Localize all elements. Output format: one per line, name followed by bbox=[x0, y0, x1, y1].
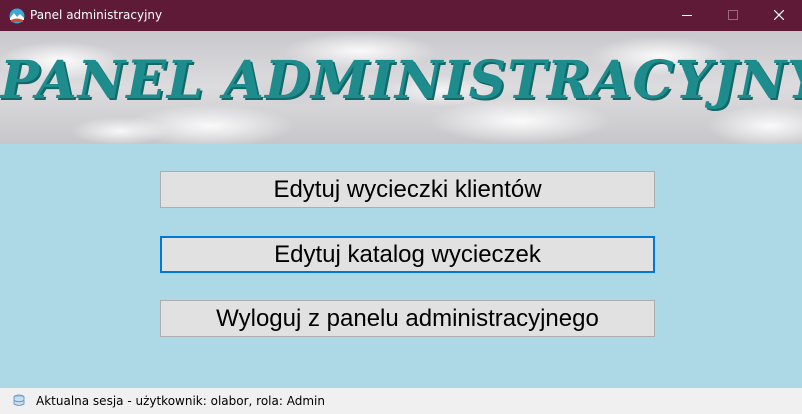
banner-title: PANEL ADMINISTRACYJNY bbox=[0, 50, 802, 111]
header-banner: PANEL ADMINISTRACYJNY bbox=[0, 31, 802, 144]
logout-button[interactable]: Wyloguj z panelu administracyjnego bbox=[160, 300, 655, 337]
title-bar: Panel administracyjny bbox=[0, 0, 802, 31]
edit-client-trips-button[interactable]: Edytuj wycieczki klientów bbox=[160, 171, 655, 208]
minimize-icon bbox=[682, 15, 692, 16]
window-title: Panel administracyjny bbox=[30, 8, 163, 22]
maximize-button[interactable] bbox=[710, 0, 756, 31]
session-icon bbox=[13, 394, 25, 406]
edit-trip-catalog-button[interactable]: Edytuj katalog wycieczek bbox=[160, 236, 655, 273]
close-button[interactable] bbox=[756, 0, 802, 31]
status-bar: Aktualna sesja - użytkownik: olabor, rol… bbox=[0, 388, 802, 414]
close-icon bbox=[774, 10, 784, 20]
app-icon bbox=[9, 8, 25, 24]
minimize-button[interactable] bbox=[664, 0, 710, 31]
session-status-text: Aktualna sesja - użytkownik: olabor, rol… bbox=[36, 394, 325, 408]
maximize-icon bbox=[728, 10, 738, 20]
